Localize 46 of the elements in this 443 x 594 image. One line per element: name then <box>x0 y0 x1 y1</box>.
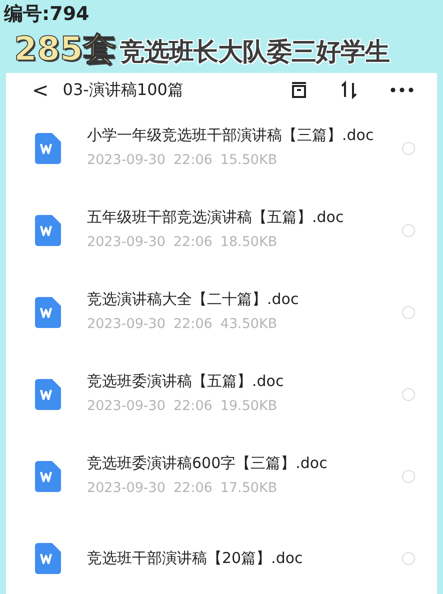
file-size: 17.50KB <box>220 479 278 498</box>
file-name: 小学一年级竞选班干部演讲稿【三篇】.doc <box>87 125 375 146</box>
file-date: 2023-09-30 <box>87 233 166 252</box>
file-item[interactable]: 竞选班干部演讲稿【20篇】.doc <box>6 517 437 594</box>
file-time: 22:06 <box>173 151 212 170</box>
banner-count: 285套 <box>14 28 116 70</box>
file-size: 43.50KB <box>220 315 278 334</box>
file-date: 2023-09-30 <box>87 479 166 498</box>
banner-title: 竞选班长大队委三好学生 <box>120 36 390 68</box>
file-date: 2023-09-30 <box>87 397 166 416</box>
file-name: 竞选演讲稿大全【二十篇】.doc <box>87 289 300 310</box>
file-item[interactable]: 竞选演讲稿大全【二十篇】.doc 2023-09-30 22:06 43.50KB <box>6 271 437 353</box>
select-radio[interactable] <box>402 388 415 400</box>
file-item[interactable]: 五年级班干部竞选演讲稿【五篇】.doc 2023-09-30 22:06 18.50KB <box>6 189 437 271</box>
file-date: 2023-09-30 <box>87 151 166 170</box>
file-time: 22:06 <box>173 315 212 334</box>
file-date: 2023-09-30 <box>87 315 166 334</box>
folder-title: 03-演讲稿100篇 <box>62 80 184 100</box>
select-radio[interactable] <box>402 470 415 482</box>
word-document-icon <box>35 296 61 328</box>
serial-number: 编号:794 <box>2 2 90 27</box>
back-button[interactable]: < <box>26 78 55 102</box>
file-time: 22:06 <box>173 233 212 252</box>
word-document-icon <box>35 460 61 492</box>
select-radio[interactable] <box>402 552 415 564</box>
word-document-icon <box>35 214 61 246</box>
file-size: 15.50KB <box>220 151 278 170</box>
sort-icon[interactable] <box>339 80 359 100</box>
file-item[interactable]: 竞选班委演讲稿【五篇】.doc 2023-09-30 22:06 19.50KB <box>6 353 437 435</box>
select-radio[interactable] <box>402 306 415 318</box>
file-name: 竞选班委演讲稿【五篇】.doc <box>87 371 285 392</box>
file-time: 22:06 <box>173 397 212 416</box>
file-name: 五年级班干部竞选演讲稿【五篇】.doc <box>87 207 345 228</box>
file-item[interactable]: 竞选班委演讲稿600字【三篇】.doc 2023-09-30 22:06 17.50KB <box>6 435 437 517</box>
file-item[interactable]: 小学一年级竞选班干部演讲稿【三篇】.doc 2023-09-30 22:06 15.50KB <box>6 107 437 189</box>
file-time: 22:06 <box>173 479 212 498</box>
file-size: 19.50KB <box>220 397 278 416</box>
word-document-icon <box>35 132 61 164</box>
word-document-icon <box>35 378 61 410</box>
word-document-icon <box>35 542 61 574</box>
file-name: 竞选班干部演讲稿【20篇】.doc <box>87 548 304 569</box>
archive-icon[interactable] <box>289 80 309 100</box>
file-size: 18.50KB <box>220 233 278 252</box>
file-name: 竞选班委演讲稿600字【三篇】.doc <box>87 453 328 474</box>
select-radio[interactable] <box>402 224 415 236</box>
select-radio[interactable] <box>402 142 415 154</box>
